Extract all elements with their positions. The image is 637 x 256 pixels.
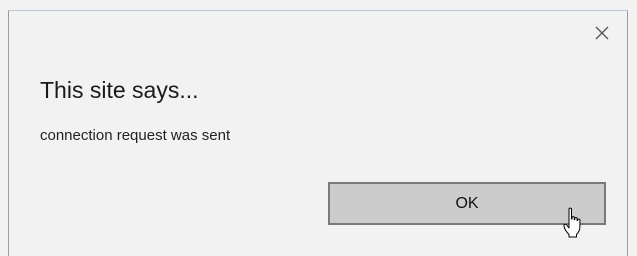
dialog-message: connection request was sent — [40, 127, 231, 144]
ok-button[interactable]: OK — [328, 182, 606, 225]
close-button[interactable] — [591, 22, 613, 44]
dialog-title: This site says... — [40, 77, 199, 103]
alert-dialog: This site says... connection request was… — [8, 10, 628, 256]
close-icon — [595, 26, 609, 40]
